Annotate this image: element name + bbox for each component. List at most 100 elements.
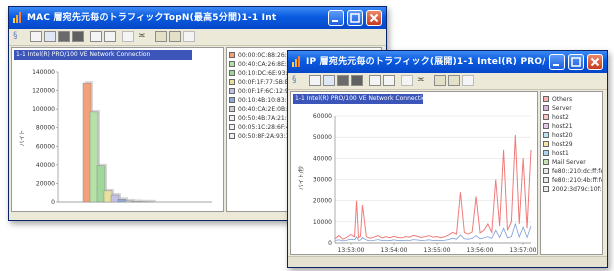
window-title: MAC 層宛先元毎のトラフィックTopN(最高5分間)1-1 Int xyxy=(27,13,277,23)
x-tick-label: 13:57:00 xyxy=(510,247,537,254)
copy-icon[interactable] xyxy=(104,31,116,42)
legend-swatch xyxy=(229,124,235,130)
y-axis-label: バイト/秒 xyxy=(297,166,305,190)
legend-item[interactable]: fe80::210:4b:ff:fe xyxy=(543,176,602,185)
legend-item[interactable]: host21 xyxy=(543,122,602,131)
x-tick-label: 13:54:00 xyxy=(381,247,408,254)
legend-label: 00:0F:1F:6C:12:90 xyxy=(238,88,293,95)
title-bar[interactable]: MAC 層宛先元毎のトラフィックTopN(最高5分間)1-1 Int xyxy=(9,7,386,29)
legend-item[interactable]: host2 xyxy=(543,113,602,122)
ip-traffic-window: IP 層宛先元毎のトラフィック(展開)1-1 Intel(R) PRO/10..… xyxy=(287,50,608,268)
print-icon[interactable] xyxy=(369,75,381,86)
app-icon xyxy=(13,12,23,23)
toolbar: § ≍ xyxy=(288,73,607,90)
legend-swatch xyxy=(229,115,235,121)
y-tick-label: 40000 xyxy=(36,162,55,169)
legend-swatch xyxy=(229,52,235,58)
x-tick-label: 13:56:00 xyxy=(467,247,494,254)
legend-label: fe80::210:dc:ff:fe xyxy=(552,168,603,175)
title-bar[interactable]: IP 層宛先元毎のトラフィック(展開)1-1 Intel(R) PRO/10..… xyxy=(288,51,607,73)
legend-label: 00:50:8F:2A:93:11 xyxy=(238,133,294,140)
legend-swatch xyxy=(543,141,549,147)
save-icon[interactable] xyxy=(323,75,335,86)
legend-item[interactable]: 2002:3d79c:10f::1 xyxy=(543,185,603,194)
legend-label: Mail Server xyxy=(552,159,586,166)
horizontal-scrollbar[interactable] xyxy=(288,256,607,267)
legend-item[interactable]: Mail Server xyxy=(543,158,602,167)
chart-area: 1-1 Intel(R) PRO/100 VE Network Connecti… xyxy=(290,91,538,255)
zoom-icon[interactable] xyxy=(122,31,134,42)
minimize-button[interactable] xyxy=(549,54,565,70)
table-icon[interactable] xyxy=(351,75,363,86)
table-icon[interactable] xyxy=(72,31,84,42)
legend-label: 00:40:CA:26:8E:48 xyxy=(238,61,295,68)
legend-item[interactable]: host29 xyxy=(543,140,602,149)
settings-icon[interactable] xyxy=(183,31,195,42)
maximize-button[interactable] xyxy=(568,54,584,70)
window-title: IP 層宛先元毎のトラフィック(展開)1-1 Intel(R) PRO/10..… xyxy=(306,57,545,67)
y-axis-label: バイト xyxy=(19,130,26,147)
legend-label: 00:0F:1F:77:5B:E2 xyxy=(238,79,293,86)
x-tick-label: 13:53:00 xyxy=(338,247,365,254)
legend-item[interactable]: host1 xyxy=(543,149,602,158)
chart-options-icon[interactable] xyxy=(169,31,181,42)
legend-label: Server xyxy=(552,105,572,112)
legend-item[interactable]: Others xyxy=(543,95,602,104)
zoom-icon[interactable] xyxy=(401,75,413,86)
minimize-button[interactable] xyxy=(328,10,344,26)
legend-swatch xyxy=(543,105,549,111)
legend-label: host20 xyxy=(552,132,573,139)
y-tick-label: 80000 xyxy=(36,125,55,132)
connection-label: 1-1 Intel(R) PRO/100 VE Network Connecti… xyxy=(14,50,192,60)
legend-item[interactable]: host20 xyxy=(543,131,602,140)
legend-label: 00:05:1C:28:6F:40 xyxy=(238,124,294,131)
close-button[interactable] xyxy=(366,10,382,26)
legend-item[interactable]: Server xyxy=(543,104,602,113)
users-icon[interactable] xyxy=(155,31,167,42)
settings-icon[interactable] xyxy=(462,75,474,86)
chart-options-icon[interactable] xyxy=(448,75,460,86)
y-tick-label: 60000 xyxy=(36,143,55,150)
bar-chart: 140000 120000 100000 80000 60000 40000 20000 0 バ… xyxy=(19,69,212,206)
y-tick-label: 100000 xyxy=(32,106,55,113)
graph-icon[interactable] xyxy=(309,75,321,86)
y-tick-label: 20000 xyxy=(36,180,55,187)
line-chart: 60000 50000 40000 30000 20000 10000 0 バイト/秒 13:5… xyxy=(297,113,537,254)
y-tick-label: 140000 xyxy=(32,69,55,76)
legend-swatch xyxy=(229,106,235,112)
legend-swatch xyxy=(229,70,235,76)
legend-label: host21 xyxy=(552,123,573,130)
export-icon[interactable] xyxy=(58,31,70,42)
legend-label: 2002:3d79c:10f::1 xyxy=(552,186,603,193)
legend-item[interactable]: fe80::210:dc:ff:fe xyxy=(543,167,603,176)
filter-icon[interactable]: ≍ xyxy=(417,75,429,86)
legend-swatch xyxy=(543,96,549,102)
print-icon[interactable] xyxy=(90,31,102,42)
chart-area: 1-1 Intel(R) PRO/100 VE Network Connecti… xyxy=(11,47,224,212)
legend-swatch xyxy=(229,97,235,103)
legend-panel: Others Server host2 host21 host20 host29 host1… xyxy=(540,91,603,255)
filter-icon[interactable]: ≍ xyxy=(138,31,150,42)
users-icon[interactable] xyxy=(434,75,446,86)
properties-icon[interactable]: § xyxy=(13,31,25,42)
save-icon[interactable] xyxy=(44,31,56,42)
y-tick-label: 60000 xyxy=(313,113,332,120)
legend-swatch xyxy=(543,132,549,138)
y-tick-label: 0 xyxy=(51,199,55,206)
y-tick-label: 40000 xyxy=(313,155,332,162)
x-tick-label: 13:55:00 xyxy=(424,247,451,254)
properties-icon[interactable]: § xyxy=(292,75,304,86)
legend-swatch xyxy=(543,159,549,165)
legend-label: host1 xyxy=(552,150,569,157)
copy-icon[interactable] xyxy=(383,75,395,86)
legend-swatch xyxy=(229,79,235,85)
maximize-button[interactable] xyxy=(347,10,363,26)
y-tick-label: 50000 xyxy=(313,134,332,141)
legend-label: host2 xyxy=(552,114,569,121)
legend-swatch xyxy=(543,123,549,129)
y-tick-label: 20000 xyxy=(313,198,332,205)
close-button[interactable] xyxy=(587,54,603,70)
legend-label: Others xyxy=(552,96,573,103)
graph-icon[interactable] xyxy=(30,31,42,42)
export-icon[interactable] xyxy=(337,75,349,86)
